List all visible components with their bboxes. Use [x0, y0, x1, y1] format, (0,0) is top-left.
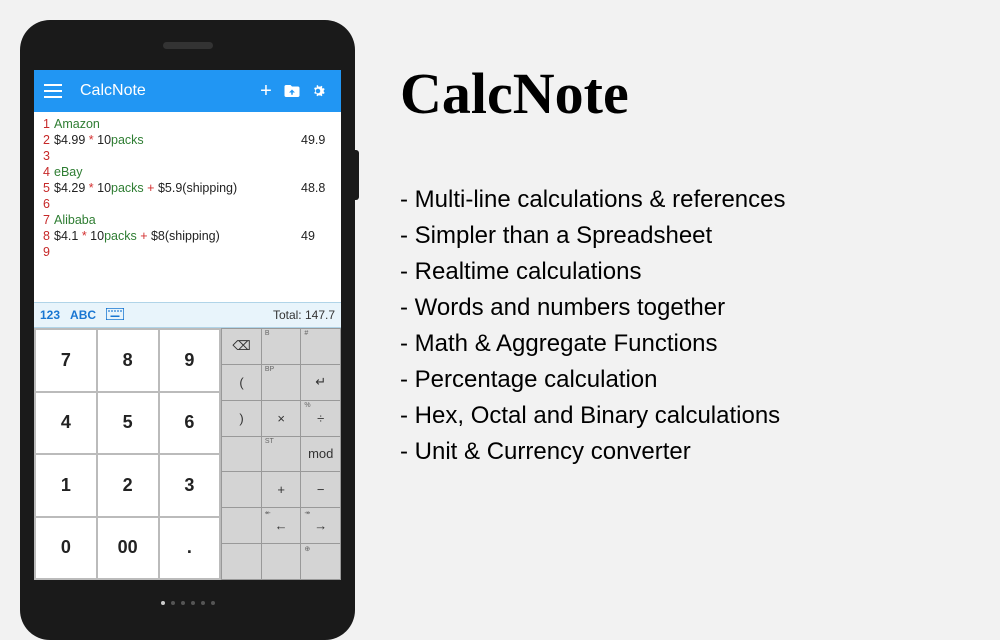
opkey[interactable]: %÷: [301, 401, 340, 436]
opkey[interactable]: ↵: [301, 365, 340, 400]
folder-icon[interactable]: [279, 82, 305, 100]
key-00[interactable]: 00: [98, 518, 158, 579]
page-indicator-dots: [161, 601, 215, 605]
opkey[interactable]: (: [222, 365, 261, 400]
key-4[interactable]: 4: [36, 393, 96, 454]
opkey[interactable]: ): [222, 401, 261, 436]
opkey[interactable]: [222, 437, 261, 472]
number-pad: 789456123000.: [34, 328, 221, 580]
key-.[interactable]: .: [160, 518, 220, 579]
phone-power-button: [355, 150, 359, 200]
feature-item: Math & Aggregate Functions: [400, 326, 990, 362]
phone-speaker: [163, 42, 213, 49]
mode-123-button[interactable]: 123: [40, 308, 60, 322]
code-content[interactable]: Amazon$4.99 * 10packs eBay$4.29 * 10pack…: [52, 116, 299, 302]
key-5[interactable]: 5: [98, 393, 158, 454]
gear-icon[interactable]: [305, 82, 331, 100]
opkey[interactable]: BP: [262, 365, 301, 400]
feature-item: Simpler than a Spreadsheet: [400, 218, 990, 254]
key-0[interactable]: 0: [36, 518, 96, 579]
opkey[interactable]: B: [262, 329, 301, 364]
feature-list: Multi-line calculations & referencesSimp…: [400, 182, 990, 470]
key-6[interactable]: 6: [160, 393, 220, 454]
key-1[interactable]: 1: [36, 455, 96, 516]
feature-item: Percentage calculation: [400, 362, 990, 398]
mode-abc-button[interactable]: ABC: [70, 308, 96, 322]
phone-screen: CalcNote + 123456789 Amazon$4.99 * 10pac…: [34, 70, 341, 580]
opkey[interactable]: [222, 472, 261, 507]
feature-item: Realtime calculations: [400, 254, 990, 290]
feature-item: Words and numbers together: [400, 290, 990, 326]
phone-frame: CalcNote + 123456789 Amazon$4.99 * 10pac…: [20, 20, 355, 640]
marketing-title: CalcNote: [400, 60, 990, 127]
operator-pad: ⌫B#(BP↵)×%÷STmod+−↞←↠→⊕: [221, 328, 341, 580]
key-7[interactable]: 7: [36, 330, 96, 391]
opkey[interactable]: ↞←: [262, 508, 301, 543]
opkey[interactable]: +: [262, 472, 301, 507]
editor-area[interactable]: 123456789 Amazon$4.99 * 10packs eBay$4.2…: [34, 112, 341, 302]
opkey[interactable]: ×: [262, 401, 301, 436]
opkey[interactable]: mod: [301, 437, 340, 472]
keyboard-icon[interactable]: [106, 308, 124, 323]
opkey[interactable]: ↠→: [301, 508, 340, 543]
mode-toolbar: 123 ABC Total: 147.7: [34, 302, 341, 328]
add-button[interactable]: +: [253, 80, 279, 103]
feature-item: Unit & Currency converter: [400, 434, 990, 470]
key-2[interactable]: 2: [98, 455, 158, 516]
marketing-panel: CalcNote Multi-line calculations & refer…: [400, 60, 990, 470]
opkey[interactable]: ⌫: [222, 329, 261, 364]
key-9[interactable]: 9: [160, 330, 220, 391]
hamburger-menu-icon[interactable]: [44, 84, 66, 98]
opkey[interactable]: ST: [262, 437, 301, 472]
feature-item: Hex, Octal and Binary calculations: [400, 398, 990, 434]
opkey[interactable]: −: [301, 472, 340, 507]
keypad: 789456123000. ⌫B#(BP↵)×%÷STmod+−↞←↠→⊕: [34, 328, 341, 580]
opkey[interactable]: [222, 508, 261, 543]
opkey[interactable]: #: [301, 329, 340, 364]
app-bar: CalcNote +: [34, 70, 341, 112]
line-number-gutter: 123456789: [34, 116, 52, 302]
key-8[interactable]: 8: [98, 330, 158, 391]
feature-item: Multi-line calculations & references: [400, 182, 990, 218]
results-column: 49.9 48.8 49: [299, 116, 341, 302]
key-3[interactable]: 3: [160, 455, 220, 516]
total-label: Total: 147.7: [273, 308, 335, 322]
app-title: CalcNote: [80, 82, 253, 100]
